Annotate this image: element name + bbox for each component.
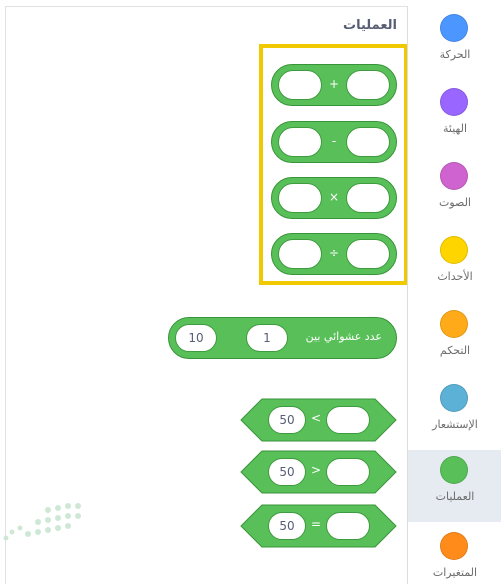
category-variables[interactable]: المتغيرات [408,526,501,584]
input-slot[interactable] [346,70,390,100]
category-motion[interactable]: الحركة [408,8,501,80]
greater-than-block[interactable]: 50 > [240,450,397,494]
input-slot[interactable] [326,512,370,540]
category-looks[interactable]: الهيئة [408,82,501,154]
category-label: العمليات [435,490,475,503]
category-color-icon [440,162,468,190]
category-sound[interactable]: الصوت [408,156,501,228]
input-slot[interactable]: 50 [268,406,306,434]
add-block[interactable]: + [271,64,397,106]
scratch-editor: العمليات + - × ÷ 10 و 1 عدد عشوائي بين 5… [0,0,501,584]
input-slot[interactable] [346,183,390,213]
category-color-icon [440,310,468,338]
category-control[interactable]: التحكم [408,304,501,376]
category-color-icon [440,88,468,116]
category-sidebar: الحركة الهيئة الصوت الأحداث التحكم الإست… [407,6,501,584]
input-slot[interactable] [326,406,370,434]
input-slot[interactable]: 50 [268,512,306,540]
category-label: الحركة [439,48,471,61]
category-label: التحكم [439,344,471,357]
less-than-block[interactable]: 50 < [240,398,397,442]
category-color-icon [440,532,468,560]
input-slot[interactable] [346,127,390,157]
category-sensing[interactable]: الإستشعار [408,378,501,450]
divide-block[interactable]: ÷ [271,233,397,275]
input-slot[interactable]: 50 [268,458,306,486]
input-slot[interactable] [326,458,370,486]
multiply-block[interactable]: × [271,177,397,219]
random-from-input[interactable]: 1 [246,324,288,352]
category-operators[interactable]: العمليات [408,450,501,522]
category-label: الصوت [439,196,471,209]
category-color-icon [440,384,468,412]
category-color-icon [440,14,468,42]
palette-section-title: العمليات [343,18,397,33]
category-color-icon [440,236,468,264]
category-events[interactable]: الأحداث [408,230,501,302]
category-label: الإستشعار [432,418,478,431]
random-to-input[interactable]: 10 [175,324,217,352]
logo-watermark-icon [3,503,81,541]
category-label: المتغيرات [432,566,478,579]
comparison-sign: < [310,411,322,425]
category-label: الهيئة [442,122,467,135]
random-number-block[interactable]: 10 و 1 عدد عشوائي بين [168,317,397,359]
comparison-sign: > [310,463,322,477]
equals-block[interactable]: 50 = [240,504,397,548]
comparison-sign: = [310,517,322,531]
subtract-block[interactable]: - [271,121,397,163]
input-slot[interactable] [346,239,390,269]
category-color-icon [440,456,468,484]
category-label: الأحداث [437,270,473,283]
random-block-label: عدد عشوائي بين [305,330,382,343]
